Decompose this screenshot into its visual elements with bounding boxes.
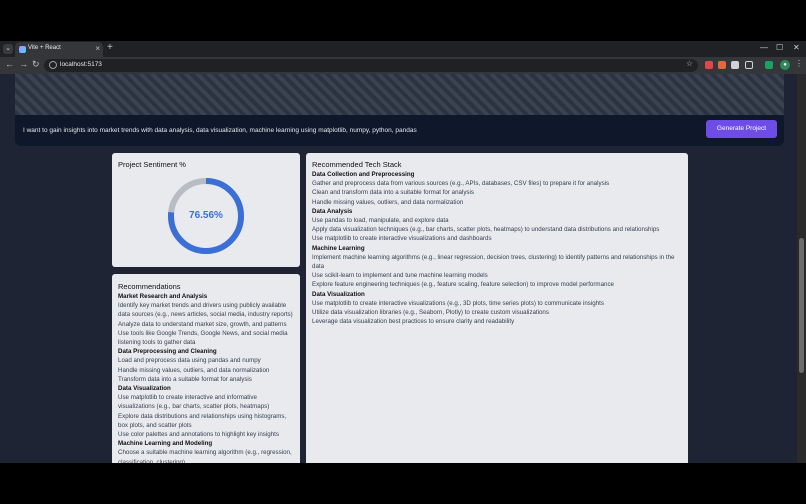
list-item: Analyze data to understand market size, … bbox=[118, 320, 287, 328]
section-heading: Data Collection and Preprocessing bbox=[312, 171, 415, 178]
browser-tab-strip: ⌄ Vite + React × + — ☐ ✕ bbox=[0, 41, 806, 57]
url-text: localhost:5173 bbox=[60, 61, 102, 68]
generate-project-button[interactable]: Generate Project bbox=[706, 120, 777, 138]
section-heading: Data Analysis bbox=[312, 207, 353, 215]
sentiment-title: Project Sentiment % bbox=[118, 160, 186, 169]
list-item: Choose a suitable machine learning algor… bbox=[118, 449, 292, 463]
list-item: Explore data distributions and relations… bbox=[118, 412, 287, 429]
list-item: Apply data visualization techniques (e.g… bbox=[312, 226, 660, 234]
hero-panel: I want to gain insights into market tren… bbox=[15, 74, 784, 146]
tech-stack-list: Data Collection and Preprocessing Gather … bbox=[312, 170, 680, 326]
maximize-icon[interactable]: ☐ bbox=[776, 43, 783, 52]
list-item: Use tools like Google Trends, Google New… bbox=[118, 329, 288, 347]
tech-stack-title: Recommended Tech Stack bbox=[312, 160, 402, 169]
browser-tab[interactable]: Vite + React × bbox=[15, 42, 103, 57]
sentiment-value: 76.56% bbox=[189, 210, 223, 221]
list-item: Utilize data visualization libraries (e.… bbox=[312, 309, 549, 317]
profile-avatar[interactable]: ● bbox=[780, 60, 790, 70]
back-arrow-icon[interactable]: ← bbox=[5, 59, 14, 69]
prompt-bar: I want to gain insights into market tren… bbox=[15, 115, 784, 146]
list-item: Transform data into a suitable format fo… bbox=[118, 375, 252, 383]
list-item: Implement machine learning algorithms (e… bbox=[312, 253, 675, 271]
forward-arrow-icon[interactable]: → bbox=[19, 59, 28, 69]
scrollbar-thumb[interactable] bbox=[799, 238, 804, 373]
striped-banner bbox=[15, 74, 784, 115]
section-heading: Machine Learning bbox=[312, 244, 365, 252]
window-close-icon[interactable]: ✕ bbox=[793, 43, 800, 52]
list-item: Handle missing values, outliers, and dat… bbox=[312, 198, 464, 206]
new-tab-plus-icon[interactable]: + bbox=[107, 42, 113, 53]
list-item: Use matplotlib to create interactive vis… bbox=[312, 299, 604, 307]
list-item: Use matplotlib to create interactive and… bbox=[118, 394, 270, 411]
screen: ⌄ Vite + React × + — ☐ ✕ ← → ↻ localhost… bbox=[0, 0, 806, 504]
list-item: Use scikit-learn to implement and tune m… bbox=[312, 272, 488, 280]
tab-close-icon[interactable]: × bbox=[95, 44, 100, 53]
list-item: Use color palettes and annotations to hi… bbox=[118, 431, 279, 439]
recommendations-card: Recommendations Market Research and Anal… bbox=[112, 274, 300, 463]
section-heading: Data Preprocessing and Cleaning bbox=[118, 348, 217, 356]
browser-toolbar: ← → ↻ localhost:5173 ☆ ● ⋮ bbox=[0, 57, 806, 74]
list-item: Load and preprocess data using pandas an… bbox=[118, 357, 261, 365]
tab-search-chevron-icon[interactable]: ⌄ bbox=[3, 44, 13, 54]
list-item: Leverage data visualization best practic… bbox=[312, 318, 515, 326]
list-item: Use matplotlib to create interactive vis… bbox=[312, 235, 492, 243]
section-heading: Data Visualization bbox=[118, 385, 171, 393]
section-heading: Data Visualization bbox=[312, 290, 365, 298]
reload-icon[interactable]: ↻ bbox=[32, 59, 40, 70]
tech-stack-card: Recommended Tech Stack Data Collection a… bbox=[306, 153, 688, 463]
list-item: Gather and preprocess data from various … bbox=[312, 180, 610, 188]
extension-shield-icon[interactable] bbox=[731, 61, 739, 69]
site-info-icon[interactable] bbox=[49, 61, 57, 69]
bookmark-star-icon[interactable]: ☆ bbox=[686, 59, 693, 68]
list-item: Use pandas to load, manipulate, and expl… bbox=[312, 217, 449, 225]
vite-favicon-icon bbox=[19, 46, 26, 53]
list-item: Identify key market trends and drivers u… bbox=[118, 302, 293, 319]
address-bar[interactable]: localhost:5173 ☆ bbox=[44, 59, 698, 72]
list-item: Handle missing values, outliers, and dat… bbox=[118, 366, 270, 374]
minimize-icon[interactable]: — bbox=[760, 43, 768, 52]
extensions-puzzle-icon[interactable] bbox=[745, 61, 753, 69]
tab-title: Vite + React bbox=[28, 45, 61, 51]
section-heading: Market Research and Analysis bbox=[118, 293, 208, 300]
recommendations-list: Market Research and Analysis Identify key… bbox=[118, 292, 294, 463]
prompt-text: I want to gain insights into market tren… bbox=[23, 127, 417, 134]
section-heading: Machine Learning and Modeling bbox=[118, 440, 213, 448]
list-item: Clean and transform data into a suitable… bbox=[312, 189, 474, 197]
page-content: I want to gain insights into market tren… bbox=[0, 74, 806, 463]
sentiment-card: Project Sentiment % 76.56% bbox=[112, 153, 300, 267]
extension-red-icon[interactable] bbox=[705, 61, 713, 69]
browser-menu-icon[interactable]: ⋮ bbox=[795, 59, 803, 68]
extension-orange-icon[interactable] bbox=[718, 61, 726, 69]
extension-green-icon[interactable] bbox=[765, 61, 773, 69]
page-scrollbar[interactable] bbox=[797, 74, 806, 463]
recommendations-title: Recommendations bbox=[118, 282, 181, 291]
list-item: Explore feature engineering techniques (… bbox=[312, 281, 614, 289]
